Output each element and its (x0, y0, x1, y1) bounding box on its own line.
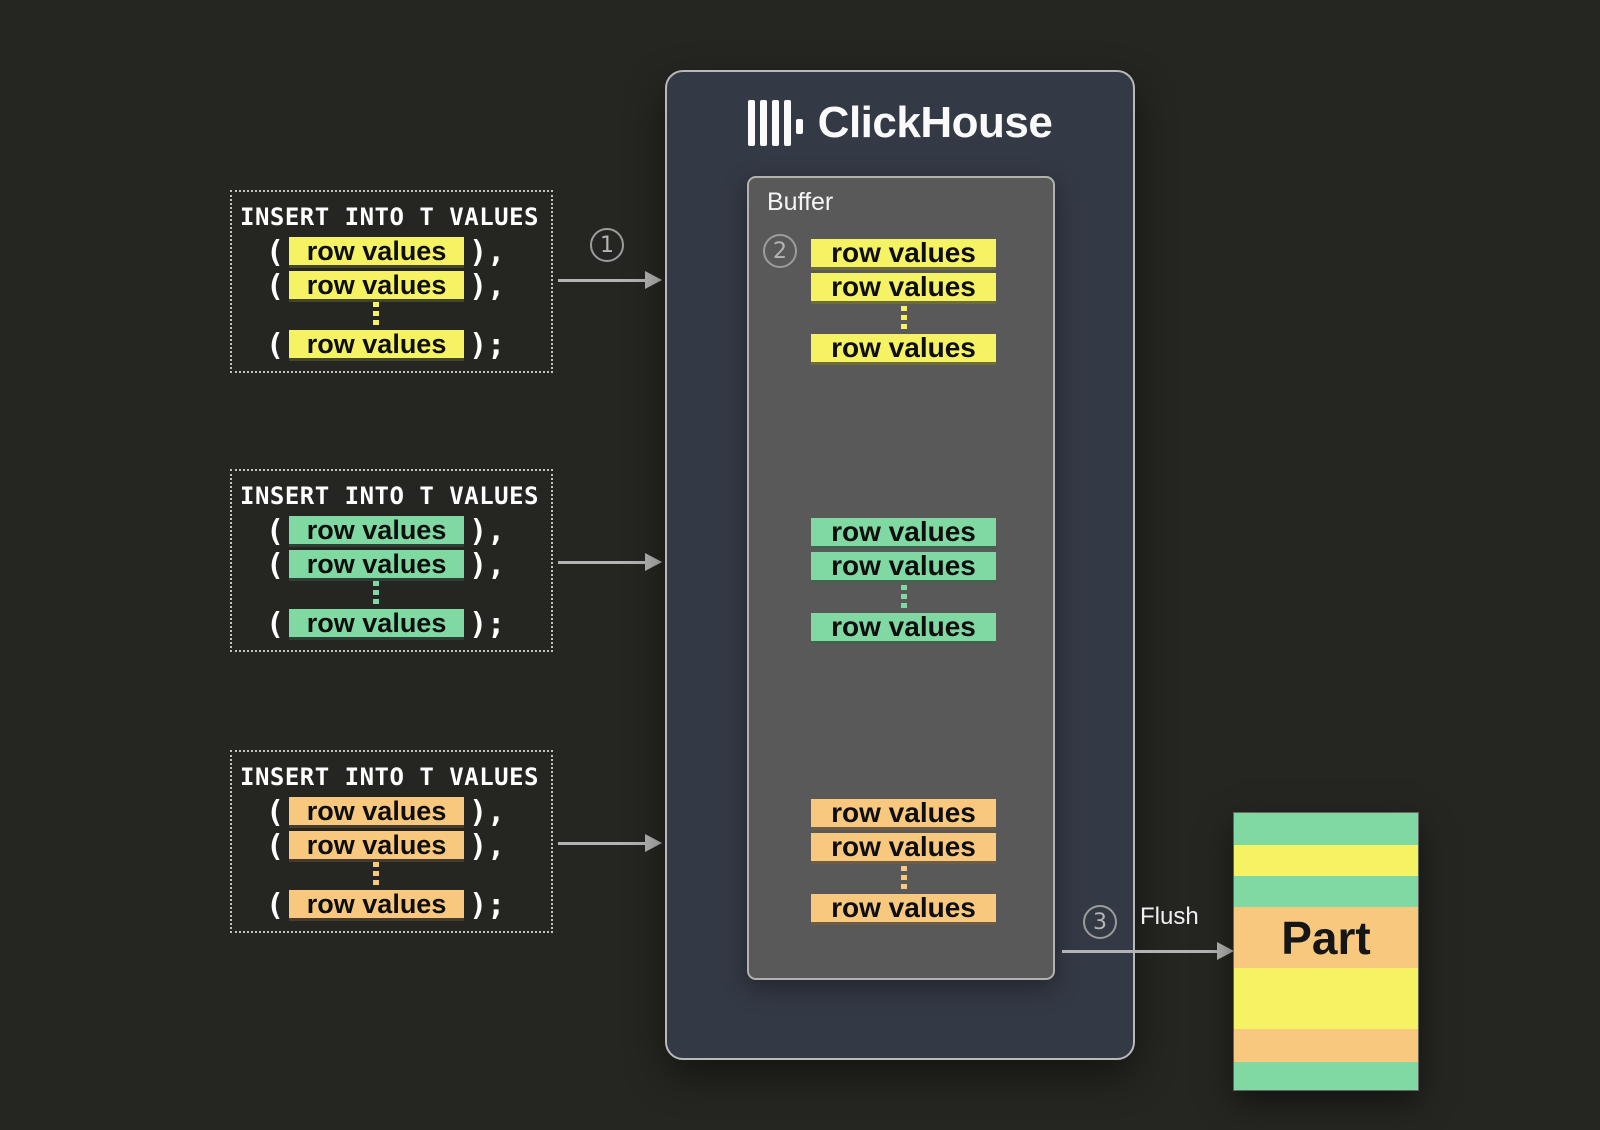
buffer-row-values: row values (811, 799, 996, 830)
paren-text: ( (266, 797, 284, 828)
insert-statement-box-1: INSERT INTO T VALUES ( row values ), ( r… (230, 190, 553, 373)
sql-row: ( row values ), (266, 237, 551, 268)
ellipsis-dots-icon (901, 306, 907, 331)
buffer-label: Buffer (767, 188, 833, 217)
clickhouse-brand: ClickHouse (667, 98, 1133, 148)
arrow-head-icon (645, 553, 662, 571)
sql-row: ( row values ), (266, 516, 551, 547)
buffer-group-orange: row values row values row values (811, 799, 996, 928)
buffer-box: Buffer 2 row values row values row value… (747, 176, 1055, 980)
arrow-head-icon (645, 271, 662, 289)
clickhouse-panel: ClickHouse Buffer 2 row values row value… (665, 70, 1135, 1060)
arrow-shaft (558, 561, 645, 564)
sql-row: ( row values ), (266, 797, 551, 828)
ellipsis-dots-icon (901, 585, 907, 610)
clickhouse-logo-icon (748, 100, 803, 146)
row-values-highlight: row values (289, 609, 464, 640)
ellipsis-dots-icon (373, 862, 379, 887)
paren-text: ); (469, 609, 505, 640)
sql-title: INSERT INTO T VALUES (240, 483, 551, 509)
part-stripe (1234, 813, 1418, 845)
buffer-row-values: row values (811, 613, 996, 644)
paren-text: ), (469, 516, 505, 547)
row-values-highlight: row values (289, 550, 464, 581)
buffer-row-values: row values (811, 239, 996, 270)
ellipsis-dots-icon (373, 302, 379, 327)
step-badge-1: 1 (590, 228, 624, 262)
part-box: Part (1234, 813, 1418, 1090)
buffer-row-values: row values (811, 518, 996, 549)
sql-title: INSERT INTO T VALUES (240, 204, 551, 230)
arrow-head-icon (1217, 942, 1234, 960)
paren-text: ); (469, 890, 505, 921)
row-values-highlight: row values (289, 271, 464, 302)
row-values-highlight: row values (289, 516, 464, 547)
buffer-row-values: row values (811, 334, 996, 365)
buffer-row-values: row values (811, 833, 996, 864)
insert-statement-box-2: INSERT INTO T VALUES ( row values ), ( r… (230, 469, 553, 652)
part-label: Part (1234, 907, 1418, 968)
row-values-highlight: row values (289, 831, 464, 862)
insert-statement-box-3: INSERT INTO T VALUES ( row values ), ( r… (230, 750, 553, 933)
buffer-group-green: row values row values row values (811, 518, 996, 647)
row-values-highlight: row values (289, 237, 464, 268)
step-badge-3: 3 (1083, 905, 1117, 939)
row-values-highlight: row values (289, 797, 464, 828)
part-stripe (1234, 968, 1418, 1029)
paren-text: ( (266, 516, 284, 547)
paren-text: ), (469, 797, 505, 828)
buffer-group-yellow: row values row values row values (811, 239, 996, 368)
clickhouse-title: ClickHouse (818, 98, 1053, 148)
arrow-shaft (558, 842, 645, 845)
paren-text: ), (469, 271, 505, 302)
sql-row: ( row values ); (266, 609, 551, 640)
paren-text: ( (266, 550, 284, 581)
paren-text: ( (266, 330, 284, 361)
part-stripe (1234, 845, 1418, 876)
sql-row: ( row values ), (266, 831, 551, 862)
paren-text: ), (469, 237, 505, 268)
row-values-highlight: row values (289, 330, 464, 361)
paren-text: ( (266, 237, 284, 268)
part-stripe (1234, 1029, 1418, 1062)
ellipsis-dots-icon (373, 581, 379, 606)
paren-text: ( (266, 271, 284, 302)
diagram-canvas: INSERT INTO T VALUES ( row values ), ( r… (0, 0, 1600, 1130)
flush-label: Flush (1140, 903, 1199, 931)
paren-text: ( (266, 831, 284, 862)
sql-row: ( row values ); (266, 330, 551, 361)
buffer-row-values: row values (811, 273, 996, 304)
flush-arrow (1062, 942, 1234, 960)
part-stripe (1234, 1062, 1418, 1090)
paren-text: ( (266, 890, 284, 921)
insert-arrow-1 (558, 271, 662, 289)
sql-title: INSERT INTO T VALUES (240, 764, 551, 790)
buffer-row-values: row values (811, 894, 996, 925)
paren-text: ), (469, 550, 505, 581)
sql-row: ( row values ), (266, 550, 551, 581)
insert-arrow-2 (558, 553, 662, 571)
sql-row: ( row values ); (266, 890, 551, 921)
arrow-shaft (558, 279, 645, 282)
ellipsis-dots-icon (901, 866, 907, 891)
step-badge-2: 2 (763, 234, 797, 268)
part-stripe (1234, 876, 1418, 907)
paren-text: ( (266, 609, 284, 640)
sql-row: ( row values ), (266, 271, 551, 302)
row-values-highlight: row values (289, 890, 464, 921)
paren-text: ); (469, 330, 505, 361)
arrow-shaft (1062, 950, 1217, 953)
buffer-row-values: row values (811, 552, 996, 583)
arrow-head-icon (645, 834, 662, 852)
insert-arrow-3 (558, 834, 662, 852)
paren-text: ), (469, 831, 505, 862)
